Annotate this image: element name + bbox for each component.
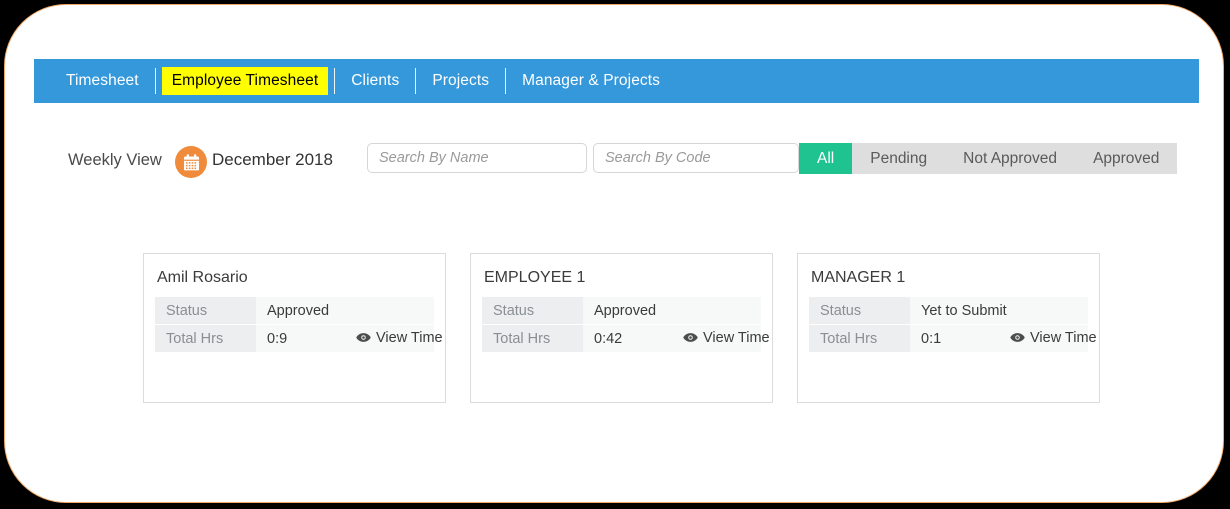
table-row: Status Approved (482, 297, 761, 324)
view-time-label: View Time (376, 329, 443, 346)
view-time-button[interactable]: View Time (1010, 330, 1097, 346)
view-time-cell: View Time (672, 325, 770, 352)
view-time-label: View Time (703, 329, 770, 346)
eye-icon (356, 333, 371, 343)
timesheet-summary-table: Status Approved Total Hrs 0:42 View Time (482, 296, 770, 353)
nav-separator (505, 68, 507, 94)
total-hrs-label: Total Hrs (809, 325, 910, 352)
status-value: Approved (583, 297, 761, 324)
total-hrs-value: 0:9 (256, 325, 345, 352)
total-hrs-value: 0:1 (910, 325, 999, 352)
nav-item-employee-timesheet[interactable]: Employee Timesheet (161, 67, 329, 95)
current-month-label: December 2018 (212, 150, 333, 169)
status-label: Status (809, 297, 910, 324)
nav-item-timesheet[interactable]: Timesheet (58, 73, 155, 89)
view-time-label: View Time (1030, 329, 1097, 346)
status-value: Approved (256, 297, 434, 324)
table-row: Status Approved (155, 297, 434, 324)
total-hrs-label: Total Hrs (482, 325, 583, 352)
view-time-button[interactable]: View Time (683, 330, 770, 346)
status-value: Yet to Submit (910, 297, 1088, 324)
timesheet-cards-row: Amil Rosario Status Approved Total Hrs 0… (143, 253, 1100, 403)
weekly-view-label: Weekly View (68, 151, 162, 169)
search-by-name-input[interactable] (367, 143, 587, 173)
filter-all[interactable]: All (799, 143, 853, 174)
view-time-button[interactable]: View Time (356, 330, 443, 346)
timesheet-summary-table: Status Approved Total Hrs 0:9 View Time (155, 296, 443, 353)
eye-icon (1010, 333, 1025, 343)
total-hrs-value: 0:42 (583, 325, 672, 352)
eye-icon (683, 333, 698, 343)
table-row: Status Yet to Submit (809, 297, 1088, 324)
status-filter-group: All Pending Not Approved Approved (799, 143, 1178, 174)
employee-name: EMPLOYEE 1 (484, 269, 586, 286)
table-row: Total Hrs 0:9 View Time (155, 325, 443, 352)
status-label: Status (482, 297, 583, 324)
search-by-code-input[interactable] (593, 143, 799, 173)
timesheet-card: MANAGER 1 Status Yet to Submit Total Hrs… (797, 253, 1100, 403)
timesheet-summary-table: Status Yet to Submit Total Hrs 0:1 View … (809, 296, 1097, 353)
employee-name: MANAGER 1 (811, 269, 906, 286)
timesheet-card: Amil Rosario Status Approved Total Hrs 0… (143, 253, 446, 403)
employee-name: Amil Rosario (157, 269, 248, 286)
filter-toolbar: Weekly View December 2018 Search By Name… (5, 143, 1223, 181)
nav-separator (334, 68, 336, 94)
view-time-cell: View Time (999, 325, 1097, 352)
filter-not-approved[interactable]: Not Approved (945, 143, 1076, 174)
nav-item-projects[interactable]: Projects (416, 73, 505, 89)
calendar-icon[interactable] (175, 146, 207, 178)
timesheet-card: EMPLOYEE 1 Status Approved Total Hrs 0:4… (470, 253, 773, 403)
nav-item-clients[interactable]: Clients (335, 73, 415, 89)
nav-item-manager-projects[interactable]: Manager & Projects (506, 73, 676, 89)
table-row: Total Hrs 0:1 View Time (809, 325, 1097, 352)
table-row: Total Hrs 0:42 View Time (482, 325, 770, 352)
nav-separator (154, 68, 156, 94)
nav-separator (415, 68, 417, 94)
status-label: Status (155, 297, 256, 324)
view-time-cell: View Time (345, 325, 443, 352)
filter-pending[interactable]: Pending (852, 143, 946, 174)
filter-approved[interactable]: Approved (1075, 143, 1178, 174)
main-navigation: Timesheet Employee Timesheet Clients Pro… (34, 59, 1199, 103)
app-frame: Timesheet Employee Timesheet Clients Pro… (4, 4, 1224, 503)
total-hrs-label: Total Hrs (155, 325, 256, 352)
